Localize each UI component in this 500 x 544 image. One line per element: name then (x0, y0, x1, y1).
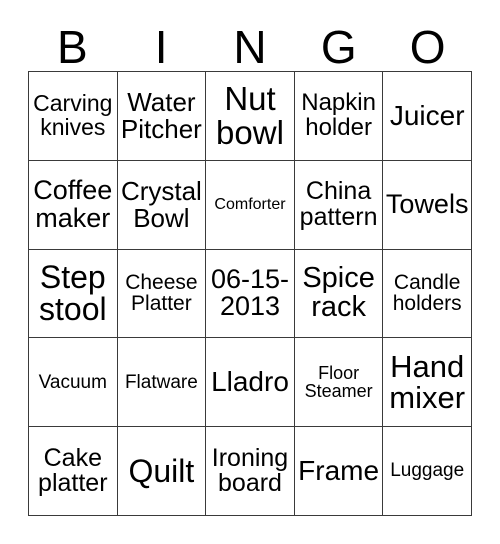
bingo-cell-label: Lladro (211, 366, 289, 398)
bingo-cell-r4c1[interactable]: Vacuum (29, 338, 118, 428)
bingo-header: B I N G O (28, 16, 472, 71)
bingo-cell-label: Coffee maker (33, 175, 113, 233)
bingo-cell-label: Ironing board (211, 443, 289, 498)
bingo-cell-label: China pattern (299, 177, 378, 231)
bingo-cell-label: Cheese Platter (125, 271, 198, 316)
bingo-cell-label: Water Pitcher (120, 87, 202, 144)
header-letter-b: B (57, 21, 88, 73)
bingo-cell-label: Comforter (214, 195, 286, 213)
bingo-cell-r5c4[interactable]: Frame (294, 427, 384, 516)
bingo-cell-r4c4[interactable]: Floor Steamer (294, 338, 384, 428)
bingo-cell-label: Step stool (39, 258, 107, 328)
bingo-cell-label: Hand mixer (389, 348, 466, 416)
bingo-cell-r1c3[interactable]: Nut bowl (206, 72, 295, 161)
header-letter-i: I (154, 21, 168, 73)
bingo-cell-r2c5[interactable]: Towels (383, 160, 472, 250)
bingo-cell-label: Crystal Bowl (120, 176, 202, 233)
bingo-cell-label: Juicer (389, 99, 465, 131)
bingo-card: B I N G O Carving knives Water Pitcher Nut… (0, 0, 500, 544)
bingo-cell-label: Vacuum (38, 371, 107, 393)
bingo-cell-label: 06-15-2013 (210, 263, 290, 322)
bingo-cell-label: Candle holders (392, 271, 462, 316)
bingo-cell-r3c3[interactable]: 06-15-2013 (206, 249, 295, 339)
bingo-cell-r1c2[interactable]: Water Pitcher (117, 72, 207, 161)
bingo-cell-r4c3[interactable]: Lladro (206, 338, 295, 428)
bingo-cell-label: Towels (385, 188, 469, 219)
bingo-cell-label: Napkin holder (301, 89, 376, 141)
bingo-cell-r5c5[interactable]: Luggage (383, 427, 472, 516)
header-letter-n: N (233, 21, 267, 73)
bingo-cell-r3c5[interactable]: Candle holders (383, 249, 472, 339)
bingo-cell-label: Flatware (124, 371, 198, 393)
bingo-cell-label: Cake platter (38, 443, 108, 498)
bingo-cell-r3c1[interactable]: Step stool (29, 249, 118, 339)
bingo-cell-r2c1[interactable]: Coffee maker (29, 160, 118, 250)
bingo-cell-label: Frame (298, 454, 380, 486)
bingo-cell-label: Nut bowl (216, 80, 284, 151)
bingo-cell-r1c1[interactable]: Carving knives (29, 72, 118, 161)
bingo-grid: Carving knives Water Pitcher Nut bowl Napki… (28, 71, 472, 516)
bingo-cell-label: Luggage (390, 460, 465, 482)
bingo-cell-r3c2[interactable]: Cheese Platter (117, 249, 207, 339)
bingo-cell-r3c4[interactable]: Spice rack (294, 249, 384, 339)
bingo-cell-r2c2[interactable]: Crystal Bowl (117, 160, 207, 250)
bingo-cell-label: Quilt (128, 452, 195, 489)
bingo-cell-label: Spice rack (302, 261, 375, 324)
bingo-cell-r5c2[interactable]: Quilt (117, 427, 207, 516)
bingo-cell-r2c3[interactable]: Comforter (206, 160, 295, 250)
bingo-cell-r2c4[interactable]: China pattern (294, 160, 384, 250)
header-letter-g: G (320, 21, 357, 73)
bingo-cell-r1c4[interactable]: Napkin holder (294, 72, 384, 161)
bingo-cell-label: Carving knives (33, 90, 113, 140)
bingo-cell-label: Floor Steamer (304, 362, 373, 402)
bingo-cell-r1c5[interactable]: Juicer (383, 72, 472, 161)
bingo-cell-r4c2[interactable]: Flatware (117, 338, 207, 428)
bingo-cell-r5c1[interactable]: Cake platter (29, 427, 118, 516)
bingo-cell-r5c3[interactable]: Ironing board (206, 427, 295, 516)
header-letter-o: O (409, 21, 446, 73)
bingo-cell-r4c5[interactable]: Hand mixer (383, 338, 472, 428)
